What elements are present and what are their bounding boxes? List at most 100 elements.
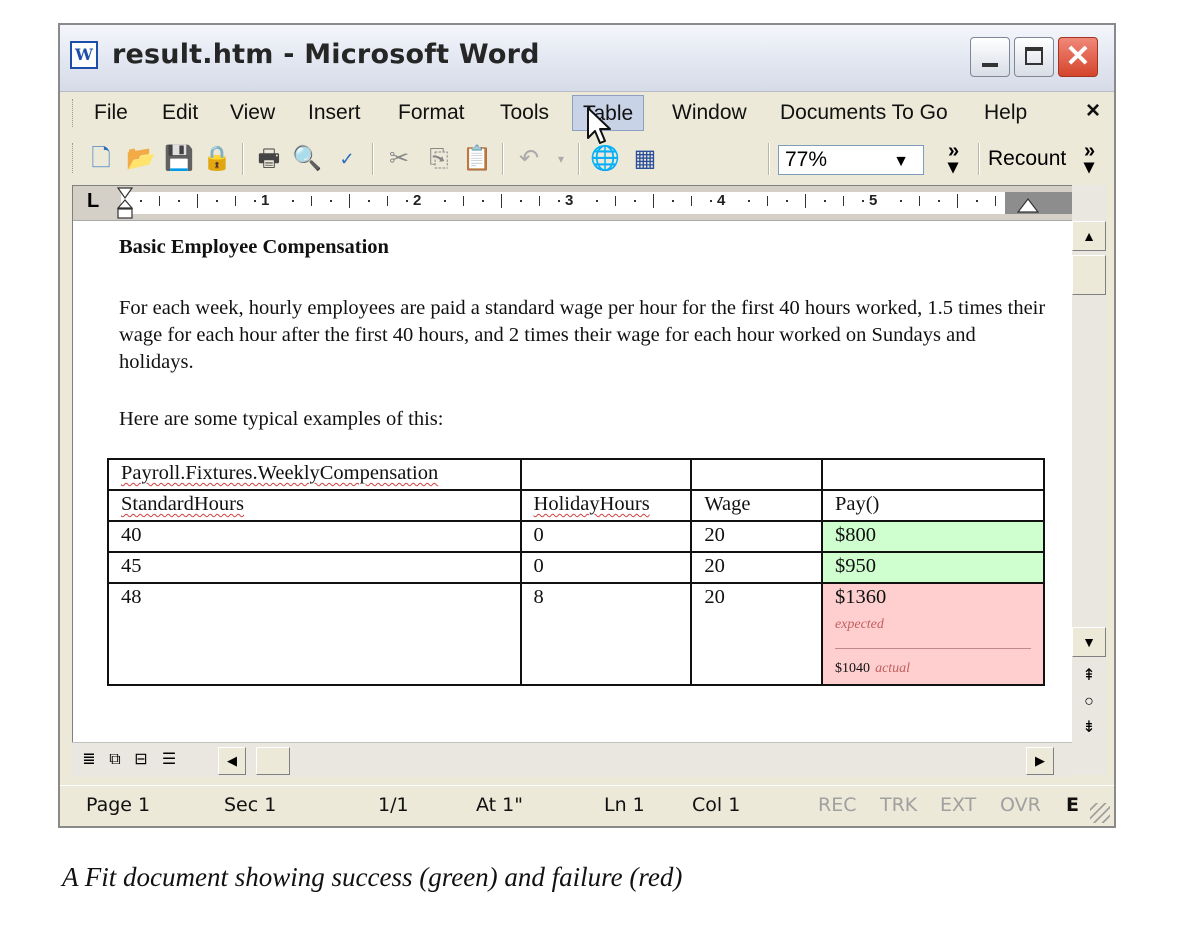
menu-window[interactable]: Window — [662, 95, 757, 131]
scroll-down-icon[interactable]: ▼ — [1072, 627, 1106, 657]
next-page-icon[interactable]: ⇟ — [1072, 715, 1106, 741]
table-cell[interactable]: 8 — [519, 582, 693, 686]
word-app-icon[interactable]: W — [70, 41, 98, 69]
status-ext[interactable]: EXT — [940, 794, 976, 816]
undo-icon[interactable]: ↶ — [514, 144, 544, 174]
scroll-left-icon[interactable]: ◀ — [218, 747, 246, 775]
table-cell[interactable]: 20 — [690, 520, 823, 553]
toolbar-grip[interactable] — [72, 143, 76, 173]
menu-format[interactable]: Format — [388, 95, 475, 131]
title-bar[interactable]: W result.htm - Microsoft Word ✕ — [60, 25, 1114, 92]
document-pane[interactable]: L 1 2 3 4 5 Basic Employee Compensation … — [72, 185, 1073, 743]
ruler-tick — [596, 200, 598, 202]
header-cell-wage[interactable]: Wage — [690, 489, 823, 522]
header-cell-standard-hours[interactable]: StandardHours — [107, 489, 522, 522]
indent-marker-icon[interactable] — [117, 186, 133, 220]
right-indent-marker-icon[interactable] — [1017, 198, 1039, 214]
print-icon[interactable]: 🖶 — [254, 144, 284, 174]
ruler-tick — [140, 200, 142, 202]
toolbar-options-icon-2[interactable]: » ▾ — [1084, 141, 1095, 177]
undo-dropdown-icon[interactable]: ▾ — [546, 144, 576, 174]
web-layout-view-icon[interactable]: ⧉ — [104, 749, 126, 771]
header-cell-holiday-hours[interactable]: HolidayHours — [519, 489, 693, 522]
status-ovr[interactable]: OVR — [1000, 794, 1041, 816]
outline-view-icon[interactable]: ☰ — [158, 749, 180, 771]
ruler-tick — [254, 200, 256, 202]
table-cell[interactable]: 20 — [690, 582, 823, 686]
ruler-tick — [862, 200, 864, 202]
menu-help[interactable]: Help — [974, 95, 1037, 131]
scroll-up-icon[interactable]: ▲ — [1072, 221, 1106, 251]
menu-grip[interactable] — [72, 99, 76, 127]
status-language: E — [1066, 794, 1079, 816]
document-heading: Basic Employee Compensation — [119, 236, 389, 258]
table-cell[interactable] — [820, 458, 1046, 491]
status-rec[interactable]: REC — [818, 794, 856, 816]
menu-insert[interactable]: Insert — [298, 95, 371, 131]
ruler-tick — [843, 196, 844, 206]
tab-selector-icon[interactable]: L — [87, 190, 99, 213]
document-content[interactable]: Basic Employee Compensation For each wee… — [107, 230, 1049, 686]
pass-cell[interactable]: $800 — [820, 520, 1046, 553]
table-cell[interactable]: 40 — [107, 520, 522, 553]
save-icon[interactable]: 💾 — [164, 144, 194, 174]
resize-grip[interactable] — [1090, 803, 1110, 823]
status-trk[interactable]: TRK — [880, 794, 917, 816]
table-cell[interactable] — [519, 458, 693, 491]
ruler-tick — [159, 196, 160, 206]
scroll-right-icon[interactable]: ▶ — [1026, 747, 1054, 775]
maximize-button[interactable] — [1014, 37, 1054, 77]
table-cell[interactable]: 20 — [690, 551, 823, 584]
menu-documents-to-go[interactable]: Documents To Go — [770, 95, 958, 131]
open-folder-icon[interactable]: 📂 — [126, 144, 156, 174]
insert-table-icon[interactable]: ▦ — [630, 144, 660, 174]
menu-edit[interactable]: Edit — [152, 95, 208, 131]
toolbar-options-icon[interactable]: » ▾ — [948, 141, 959, 177]
fit-table[interactable]: Payroll.Fixtures.WeeklyCompensation Stan… — [107, 458, 1046, 686]
table-cell[interactable]: 45 — [107, 551, 522, 584]
previous-page-icon[interactable]: ⇞ — [1072, 663, 1106, 689]
ruler-half-tick — [957, 194, 958, 208]
header-cell-pay[interactable]: Pay() — [820, 489, 1046, 522]
status-page: Page 1 — [86, 794, 151, 816]
close-button[interactable]: ✕ — [1058, 37, 1098, 77]
ruler-tick — [539, 196, 540, 206]
print-preview-icon[interactable]: 🔍 — [292, 144, 322, 174]
minimize-button[interactable] — [970, 37, 1010, 77]
pass-cell[interactable]: $950 — [820, 551, 1046, 584]
menu-file[interactable]: File — [84, 95, 138, 131]
fixture-name-cell[interactable]: Payroll.Fixtures.WeeklyCompensation — [107, 458, 522, 491]
spelling-icon[interactable]: ✓ — [332, 144, 362, 174]
zoom-select[interactable]: 77% ▼ — [778, 145, 924, 175]
new-doc-icon[interactable]: 🗋 — [86, 144, 116, 174]
ruler-tick — [691, 196, 692, 206]
horizontal-scroll-thumb[interactable] — [256, 747, 290, 775]
ruler-margin — [1005, 192, 1073, 214]
table-cell[interactable]: 0 — [519, 551, 693, 584]
ruler-tick — [976, 200, 978, 202]
scroll-thumb[interactable] — [1072, 255, 1106, 295]
print-layout-view-icon[interactable]: ⊟ — [130, 749, 152, 771]
recount-button[interactable]: Recount — [988, 145, 1066, 173]
copy-icon[interactable]: ⎘ — [424, 144, 454, 174]
menu-tools[interactable]: Tools — [490, 95, 559, 131]
cut-icon[interactable]: ✂ — [384, 144, 414, 174]
ruler-tick — [482, 200, 484, 202]
ruler-tick — [292, 200, 294, 202]
table-cell[interactable] — [690, 458, 823, 491]
chevron-down-icon: ▼ — [893, 153, 909, 170]
close-document-icon[interactable]: × — [1086, 97, 1100, 125]
fail-cell[interactable]: $1360 expected $1040 actual — [820, 582, 1046, 686]
table-cell[interactable]: 0 — [519, 520, 693, 553]
normal-view-icon[interactable]: ≣ — [78, 749, 100, 771]
hyperlink-icon[interactable]: 🌐 — [590, 144, 620, 174]
menu-view[interactable]: View — [220, 95, 285, 131]
paste-icon[interactable]: 📋 — [462, 144, 492, 174]
select-browse-object-icon[interactable]: ○ — [1072, 689, 1106, 715]
table-row: Payroll.Fixtures.WeeklyCompensation — [107, 458, 1046, 491]
permission-icon[interactable]: 🔒 — [202, 144, 232, 174]
ruler-tick — [235, 196, 236, 206]
table-cell[interactable]: 48 — [107, 582, 522, 686]
horizontal-ruler[interactable]: L 1 2 3 4 5 — [73, 186, 1073, 221]
vertical-scrollbar[interactable]: ▲ ▼ ⇞ ○ ⇟ — [1072, 185, 1106, 775]
